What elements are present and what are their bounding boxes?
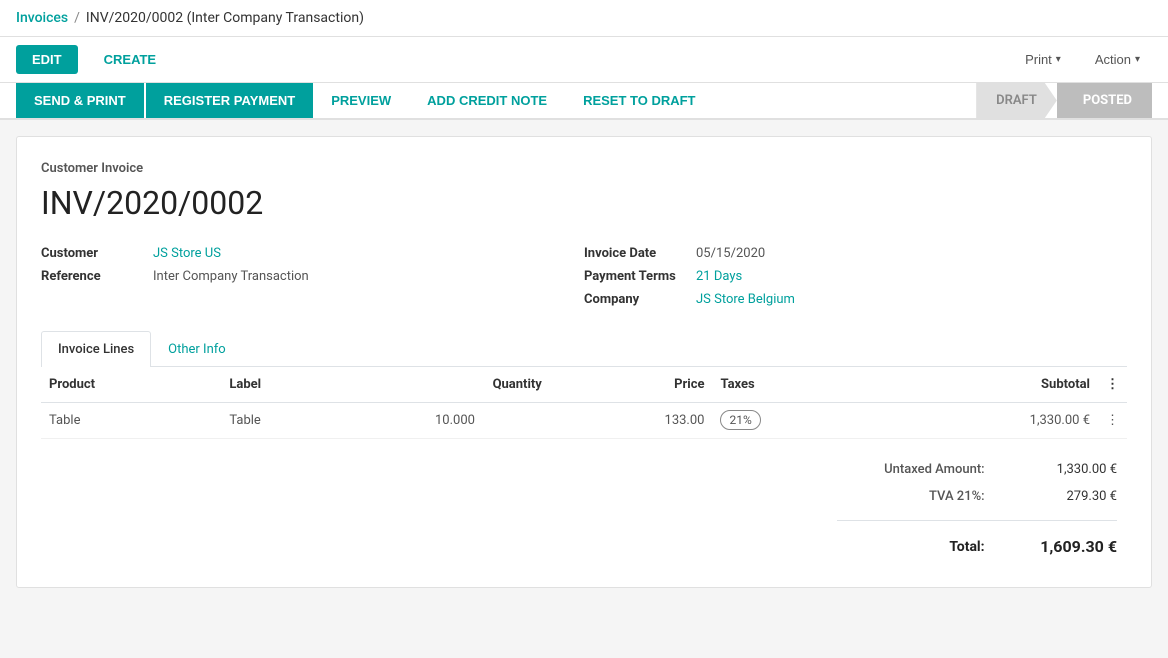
meta-left: Customer JS Store US Reference Inter Com… — [41, 246, 584, 307]
invoice-date-value: 05/15/2020 — [696, 246, 765, 261]
create-button[interactable]: CREATE — [88, 45, 172, 74]
invoice-meta: Customer JS Store US Reference Inter Com… — [41, 246, 1127, 307]
action-bar: EDIT CREATE Print ▾ Action ▾ — [0, 37, 1168, 83]
tva-value: 279.30 € — [995, 484, 1125, 509]
tva-row: TVA 21%: 279.30 € — [829, 484, 1125, 509]
company-label: Company — [584, 292, 684, 307]
total-label: Total: — [829, 532, 993, 561]
company-value[interactable]: JS Store Belgium — [696, 292, 795, 307]
col-taxes: Taxes — [712, 367, 876, 403]
reset-to-draft-button[interactable]: RESET TO DRAFT — [565, 83, 713, 118]
col-subtotal: Subtotal — [876, 367, 1098, 403]
breadcrumb-parent[interactable]: Invoices — [16, 10, 68, 26]
invoice-table: Product Label Quantity Price Taxes Subto… — [41, 367, 1127, 439]
col-price: Price — [550, 367, 713, 403]
untaxed-value: 1,330.00 € — [995, 457, 1125, 482]
status-bar: DRAFT POSTED — [976, 83, 1152, 118]
action-label: Action — [1095, 52, 1131, 67]
row-menu-icon[interactable]: ⋮ — [1098, 403, 1127, 439]
print-label: Print — [1025, 52, 1052, 67]
top-bar: Invoices / INV/2020/0002 (Inter Company … — [0, 0, 1168, 37]
untaxed-label: Untaxed Amount: — [829, 457, 993, 482]
grand-total-row: Total: 1,609.30 € — [829, 532, 1125, 561]
tax-badge: 21% — [720, 410, 760, 430]
action-dropdown-icon: ▾ — [1135, 54, 1140, 65]
customer-label: Customer — [41, 246, 141, 261]
company-row: Company JS Store Belgium — [584, 292, 1127, 307]
reference-value: Inter Company Transaction — [153, 269, 309, 284]
table-body: Table Table 10.000 133.00 21% 1,330.00 €… — [41, 403, 1127, 439]
tab-invoice-lines[interactable]: Invoice Lines — [41, 331, 151, 367]
breadcrumb-current: INV/2020/0002 (Inter Company Transaction… — [86, 10, 364, 26]
tabs: Invoice Lines Other Info — [41, 331, 1127, 367]
breadcrumb: Invoices / INV/2020/0002 (Inter Company … — [16, 10, 364, 26]
action-button[interactable]: Action ▾ — [1083, 46, 1152, 73]
tab-other-info[interactable]: Other Info — [151, 331, 243, 367]
payment-terms-value[interactable]: 21 Days — [696, 269, 742, 284]
meta-right: Invoice Date 05/15/2020 Payment Terms 21… — [584, 246, 1127, 307]
register-payment-button[interactable]: REGISTER PAYMENT — [146, 83, 313, 118]
row-subtotal: 1,330.00 € — [876, 403, 1098, 439]
main-content: Customer Invoice INV/2020/0002 Customer … — [0, 120, 1168, 604]
totals-section: Untaxed Amount: 1,330.00 € TVA 21%: 279.… — [41, 455, 1127, 563]
row-label: Table — [221, 403, 360, 439]
reference-row: Reference Inter Company Transaction — [41, 269, 584, 284]
untaxed-row: Untaxed Amount: 1,330.00 € — [829, 457, 1125, 482]
table-area: Product Label Quantity Price Taxes Subto… — [41, 367, 1127, 439]
status-draft: DRAFT — [976, 83, 1057, 118]
breadcrumb-separator: / — [74, 10, 80, 26]
invoice-card: Customer Invoice INV/2020/0002 Customer … — [16, 136, 1152, 588]
invoice-date-label: Invoice Date — [584, 246, 684, 261]
col-product: Product — [41, 367, 221, 403]
edit-button[interactable]: EDIT — [16, 45, 78, 74]
table-header: Product Label Quantity Price Taxes Subto… — [41, 367, 1127, 403]
invoice-number: INV/2020/0002 — [41, 184, 1127, 222]
col-label: Label — [221, 367, 360, 403]
col-menu: ⋮ — [1098, 367, 1127, 403]
secondary-toolbar: SEND & PRINT REGISTER PAYMENT PREVIEW AD… — [0, 83, 1168, 120]
row-quantity: 10.000 — [360, 403, 550, 439]
col-quantity: Quantity — [360, 367, 550, 403]
print-dropdown-icon: ▾ — [1056, 54, 1061, 65]
print-button[interactable]: Print ▾ — [1013, 46, 1073, 73]
payment-terms-label: Payment Terms — [584, 269, 684, 284]
customer-row: Customer JS Store US — [41, 246, 584, 261]
status-posted: POSTED — [1057, 83, 1152, 118]
preview-button[interactable]: PREVIEW — [313, 83, 409, 118]
row-price: 133.00 — [550, 403, 713, 439]
customer-value[interactable]: JS Store US — [153, 246, 221, 261]
totals-table: Untaxed Amount: 1,330.00 € TVA 21%: 279.… — [827, 455, 1127, 563]
add-credit-note-button[interactable]: ADD CREDIT NOTE — [409, 83, 565, 118]
invoice-date-row: Invoice Date 05/15/2020 — [584, 246, 1127, 261]
row-taxes: 21% — [712, 403, 876, 439]
row-product: Table — [41, 403, 221, 439]
table-row[interactable]: Table Table 10.000 133.00 21% 1,330.00 €… — [41, 403, 1127, 439]
total-value: 1,609.30 € — [995, 532, 1125, 561]
tva-label: TVA 21%: — [829, 484, 993, 509]
invoice-type-label: Customer Invoice — [41, 161, 1127, 176]
reference-label: Reference — [41, 269, 141, 284]
payment-terms-row: Payment Terms 21 Days — [584, 269, 1127, 284]
send-print-button[interactable]: SEND & PRINT — [16, 83, 144, 118]
